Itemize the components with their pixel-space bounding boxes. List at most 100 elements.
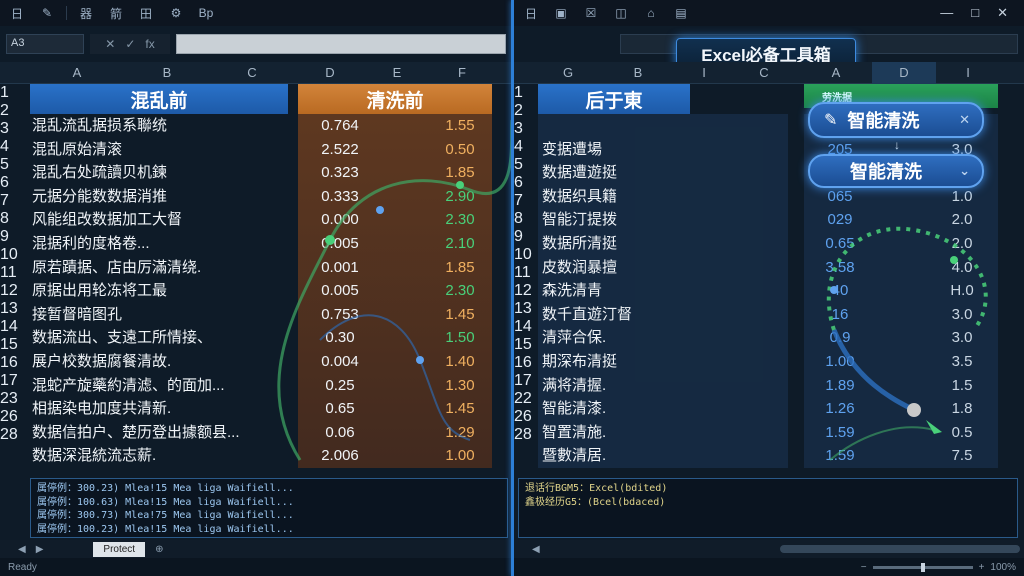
bp-icon[interactable]: Bp xyxy=(195,6,217,20)
cancel-icon[interactable]: ✕ xyxy=(105,37,115,51)
cell-value: 1.45 xyxy=(445,305,475,323)
maximize-icon[interactable]: □ xyxy=(971,5,979,21)
left-formula-bar: A3 ✕ ✓ fx xyxy=(0,30,512,58)
arrow-icon[interactable]: 箭 xyxy=(105,5,127,22)
row-number: 4 xyxy=(0,138,9,155)
left-workbook-window: 日 ✎ 器 箭 田 ⚙ Bp A3 ✕ ✓ fx A B C D E F 123… xyxy=(0,0,512,576)
cell-value: 1.40 xyxy=(445,352,475,370)
cell-text: 接暂督暗图孔 xyxy=(32,305,123,323)
cell-text: 暨數清居. xyxy=(542,447,607,465)
zoom-in-icon[interactable]: + xyxy=(979,562,985,573)
column-header-c[interactable]: C xyxy=(210,62,294,84)
cell-value: 2.522 xyxy=(321,140,359,158)
cell-value: 1.55 xyxy=(445,117,475,134)
smart-clean-button-secondary[interactable]: 智能清洗 ⌄ xyxy=(808,154,984,188)
cell-text: 数据所清挺 xyxy=(542,234,618,252)
layout-icon[interactable]: ◫ xyxy=(610,6,632,20)
row-number: 15 xyxy=(0,336,18,353)
column-header-c[interactable]: C xyxy=(734,62,794,84)
cell-value: 2.0 xyxy=(951,234,973,252)
close-icon[interactable]: ✕ xyxy=(959,112,970,128)
row-number: 28 xyxy=(0,426,18,443)
home-icon[interactable]: ⌂ xyxy=(640,6,662,20)
row-number: 14 xyxy=(0,318,18,335)
cell-value: 0.323 xyxy=(321,164,359,182)
cell-value: 0.25 xyxy=(325,376,355,394)
sheet-bar: ◀ ▶ Protect ⊕ xyxy=(0,540,512,558)
cell-text: 混乱右处疏讀贝机鍊 xyxy=(32,164,168,182)
zoom-slider[interactable] xyxy=(872,562,973,572)
cell-text: 原据出用轮冻将工最 xyxy=(32,282,168,300)
column-header-a[interactable]: A xyxy=(806,62,866,84)
column-header-i[interactable]: I xyxy=(674,62,734,84)
row-number: 26 xyxy=(0,408,18,425)
column-header-e[interactable]: E xyxy=(362,62,432,84)
minimize-icon[interactable]: — xyxy=(940,5,953,21)
column-header-g[interactable]: G xyxy=(538,62,598,84)
settings-icon[interactable]: ⚙ xyxy=(165,6,187,20)
grid-icon[interactable]: 田 xyxy=(135,5,157,22)
close-icon[interactable]: ✕ xyxy=(997,5,1008,21)
smart-clean-button-primary[interactable]: ✎ 智能清洗 ✕ xyxy=(808,102,984,138)
down-arrow-icon: ↓ xyxy=(894,138,900,152)
save-icon[interactable]: 日 xyxy=(6,5,28,22)
cell-value: 0.5 xyxy=(951,423,973,441)
row-number: 9 xyxy=(0,228,9,245)
sheet-tab[interactable]: Protect xyxy=(93,541,146,557)
cell-text: 数据深混統流志薪. xyxy=(32,447,157,465)
add-sheet-icon[interactable]: ⊕ xyxy=(155,544,163,555)
cell-text xyxy=(542,114,782,138)
row-number: 12 xyxy=(0,282,18,299)
save-icon[interactable]: 日 xyxy=(520,5,542,22)
cell-value: 4.0 xyxy=(951,258,973,276)
right-workbook-window: 日 ▣ ☒ ◫ ⌂ ▤ — □ ✕ Excel必备工具箱 G B I C A D… xyxy=(514,0,1024,576)
cell-value: 2.30 xyxy=(445,211,475,229)
cell-text: 数千直遊汀督 xyxy=(542,305,633,323)
cell-value: 16 xyxy=(831,305,849,323)
confirm-icon[interactable]: ✓ xyxy=(125,37,135,51)
scroll-left-icon[interactable]: ◀ xyxy=(18,544,26,555)
cell-value: 0.005 xyxy=(321,282,359,300)
formula-input[interactable] xyxy=(176,34,506,54)
edit-icon[interactable]: ✎ xyxy=(36,6,58,20)
cell-text: 数据流出、支遠工所情接、 xyxy=(32,329,213,347)
column-header-d[interactable]: D xyxy=(872,62,936,84)
column-header-b[interactable]: B xyxy=(608,62,668,84)
cell-text: 数据织具籍 xyxy=(542,187,618,205)
window-controls: — □ ✕ xyxy=(940,5,1018,21)
chevron-down-icon[interactable]: ⌄ xyxy=(959,163,970,179)
log-line: 退话行BGM5：Excel(bdited) xyxy=(525,483,668,494)
column-header-d[interactable]: D xyxy=(298,62,362,84)
sheet-icon[interactable]: ▣ xyxy=(550,6,572,20)
cell-value: 0.004 xyxy=(321,352,359,370)
cell-value: 1.45 xyxy=(445,400,475,418)
table-icon[interactable]: ▤ xyxy=(670,6,692,20)
zoom-out-icon[interactable]: − xyxy=(861,562,867,573)
tool-icon[interactable]: 器 xyxy=(75,5,97,22)
horizontal-scrollbar[interactable] xyxy=(779,545,1020,553)
cell-value: 3.0 xyxy=(951,305,973,323)
smart-clean-label-2: 智能清洗 xyxy=(850,162,922,182)
cell-text: 数据信拍户、楚历登出據额县... xyxy=(32,423,240,441)
column-header-a[interactable]: A xyxy=(30,62,124,84)
column-header-i2[interactable]: I xyxy=(938,62,998,84)
status-text: Ready xyxy=(8,561,37,573)
cell-text: 展户校数据腐餐清故. xyxy=(32,352,172,370)
column-header-f[interactable]: F xyxy=(432,62,492,84)
name-box[interactable]: A3 xyxy=(6,34,84,54)
row-number: 17 xyxy=(0,372,18,389)
smart-clean-label: 智能清洗 xyxy=(847,111,920,131)
close-file-icon[interactable]: ☒ xyxy=(580,6,602,20)
cell-text: 混乱原始清滚 xyxy=(32,140,123,158)
row-number: 16 xyxy=(0,354,18,371)
header-before-cleaning: 清洗前 xyxy=(298,84,492,114)
scroll-right-icon[interactable]: ▶ xyxy=(36,544,44,555)
cell-value: 1.29 xyxy=(445,423,475,441)
cell-value: 2.10 xyxy=(445,234,475,252)
cell-text: 数据遭遊挺 xyxy=(542,164,618,182)
row-number: 1 xyxy=(0,84,9,101)
column-header-b[interactable]: B xyxy=(124,62,210,84)
scroll-left-icon[interactable]: ◀ xyxy=(532,544,540,555)
row-number: 5 xyxy=(0,156,9,173)
fx-icon[interactable]: fx xyxy=(145,37,154,51)
